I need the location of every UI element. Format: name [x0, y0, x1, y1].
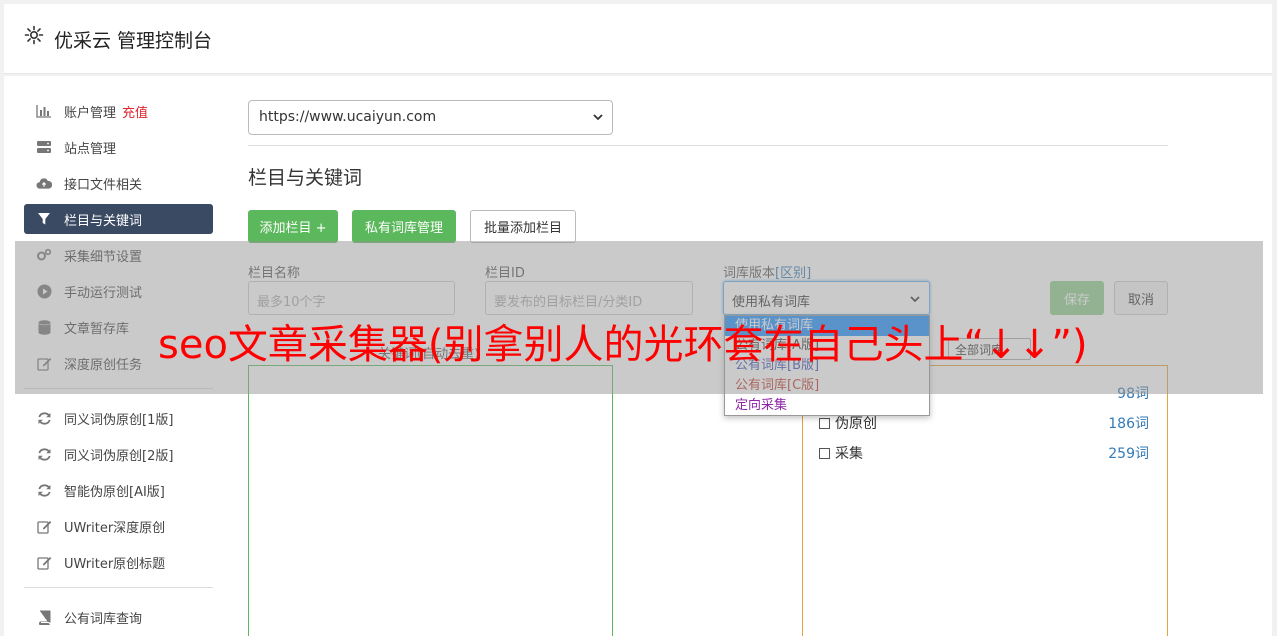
sidebar-item-synonym-v1[interactable]: 同义词伪原创[1版]	[24, 403, 213, 433]
sidebar-item-label: 账户管理	[64, 105, 117, 121]
app-title: 优采云 管理控制台	[54, 30, 213, 52]
sidebar-item-label: 站点管理	[64, 141, 117, 157]
batch-add-button[interactable]: 批量添加栏目	[470, 210, 576, 243]
sidebar-item-uwriter-deep[interactable]: UWriter深度原创	[24, 511, 213, 541]
cloud-upload-icon	[36, 175, 52, 191]
sidebar-item-label: UWriter深度原创	[64, 520, 166, 536]
bar-chart-icon	[36, 103, 52, 119]
sidebar-item-label: 栏目与关键词	[64, 213, 143, 229]
section-title: 栏目与关键词	[248, 167, 363, 189]
sidebar-item-label: 智能伪原创[AI版]	[64, 484, 165, 500]
sidebar-divider	[24, 587, 213, 588]
library-count[interactable]: 186词	[1108, 413, 1149, 433]
sidebar-item-label: 同义词伪原创[2版]	[64, 448, 174, 464]
library-item[interactable]: 伪原创	[819, 413, 877, 433]
gear-icon	[24, 25, 44, 45]
overlay-headline: seo文章采集器(别拿别人的光环套在自己头上“↓↓”)	[158, 322, 1088, 368]
chevron-down-icon	[592, 111, 604, 127]
book-icon	[36, 609, 52, 625]
sidebar-item-label: 公有词库查询	[64, 611, 143, 627]
refresh-icon	[36, 446, 52, 462]
library-item[interactable]: 采集	[819, 443, 863, 463]
sidebar-item-synonym-v2[interactable]: 同义词伪原创[2版]	[24, 439, 213, 469]
server-icon	[36, 139, 52, 155]
keywords-textarea[interactable]	[248, 365, 613, 636]
divider	[248, 145, 1168, 146]
sidebar-item-ai-rewrite[interactable]: 智能伪原创[AI版]	[24, 475, 213, 505]
site-select[interactable]: https://www.ucaiyun.com	[248, 100, 613, 135]
edit-icon	[36, 518, 52, 534]
sidebar-item-public-lib[interactable]: 公有词库查询	[24, 602, 213, 632]
filter-icon	[36, 211, 52, 227]
refresh-icon	[36, 482, 52, 498]
sidebar-item-sites[interactable]: 站点管理	[24, 132, 213, 162]
sidebar-item-interface[interactable]: 接口文件相关	[24, 168, 213, 198]
refresh-icon	[36, 410, 52, 426]
sidebar-item-label: 接口文件相关	[64, 177, 143, 193]
checkbox[interactable]	[819, 447, 830, 459]
checkbox[interactable]	[819, 417, 830, 429]
library-label: 采集	[835, 446, 863, 462]
library-label: 伪原创	[835, 416, 877, 432]
recharge-link[interactable]: 充值	[122, 102, 148, 121]
dropdown-option[interactable]: 定向采集	[725, 396, 929, 416]
sidebar-item-label: 同义词伪原创[1版]	[64, 412, 174, 428]
sidebar-item-columns[interactable]: 栏目与关键词	[24, 204, 213, 234]
sidebar-item-uwriter-title[interactable]: UWriter原创标题	[24, 547, 213, 577]
header-bar: 优采云 管理控制台	[4, 4, 1272, 74]
site-select-value: https://www.ucaiyun.com	[259, 109, 437, 125]
overlay-banner	[15, 241, 1263, 394]
library-count[interactable]: 259词	[1108, 443, 1149, 463]
edit-icon	[36, 554, 52, 570]
private-lib-button[interactable]: 私有词库管理	[352, 210, 456, 243]
sidebar-item-label: UWriter原创标题	[64, 556, 166, 572]
sidebar-item-account[interactable]: 账户管理 充值	[24, 96, 213, 126]
add-column-button[interactable]: 添加栏目 +	[248, 210, 338, 243]
